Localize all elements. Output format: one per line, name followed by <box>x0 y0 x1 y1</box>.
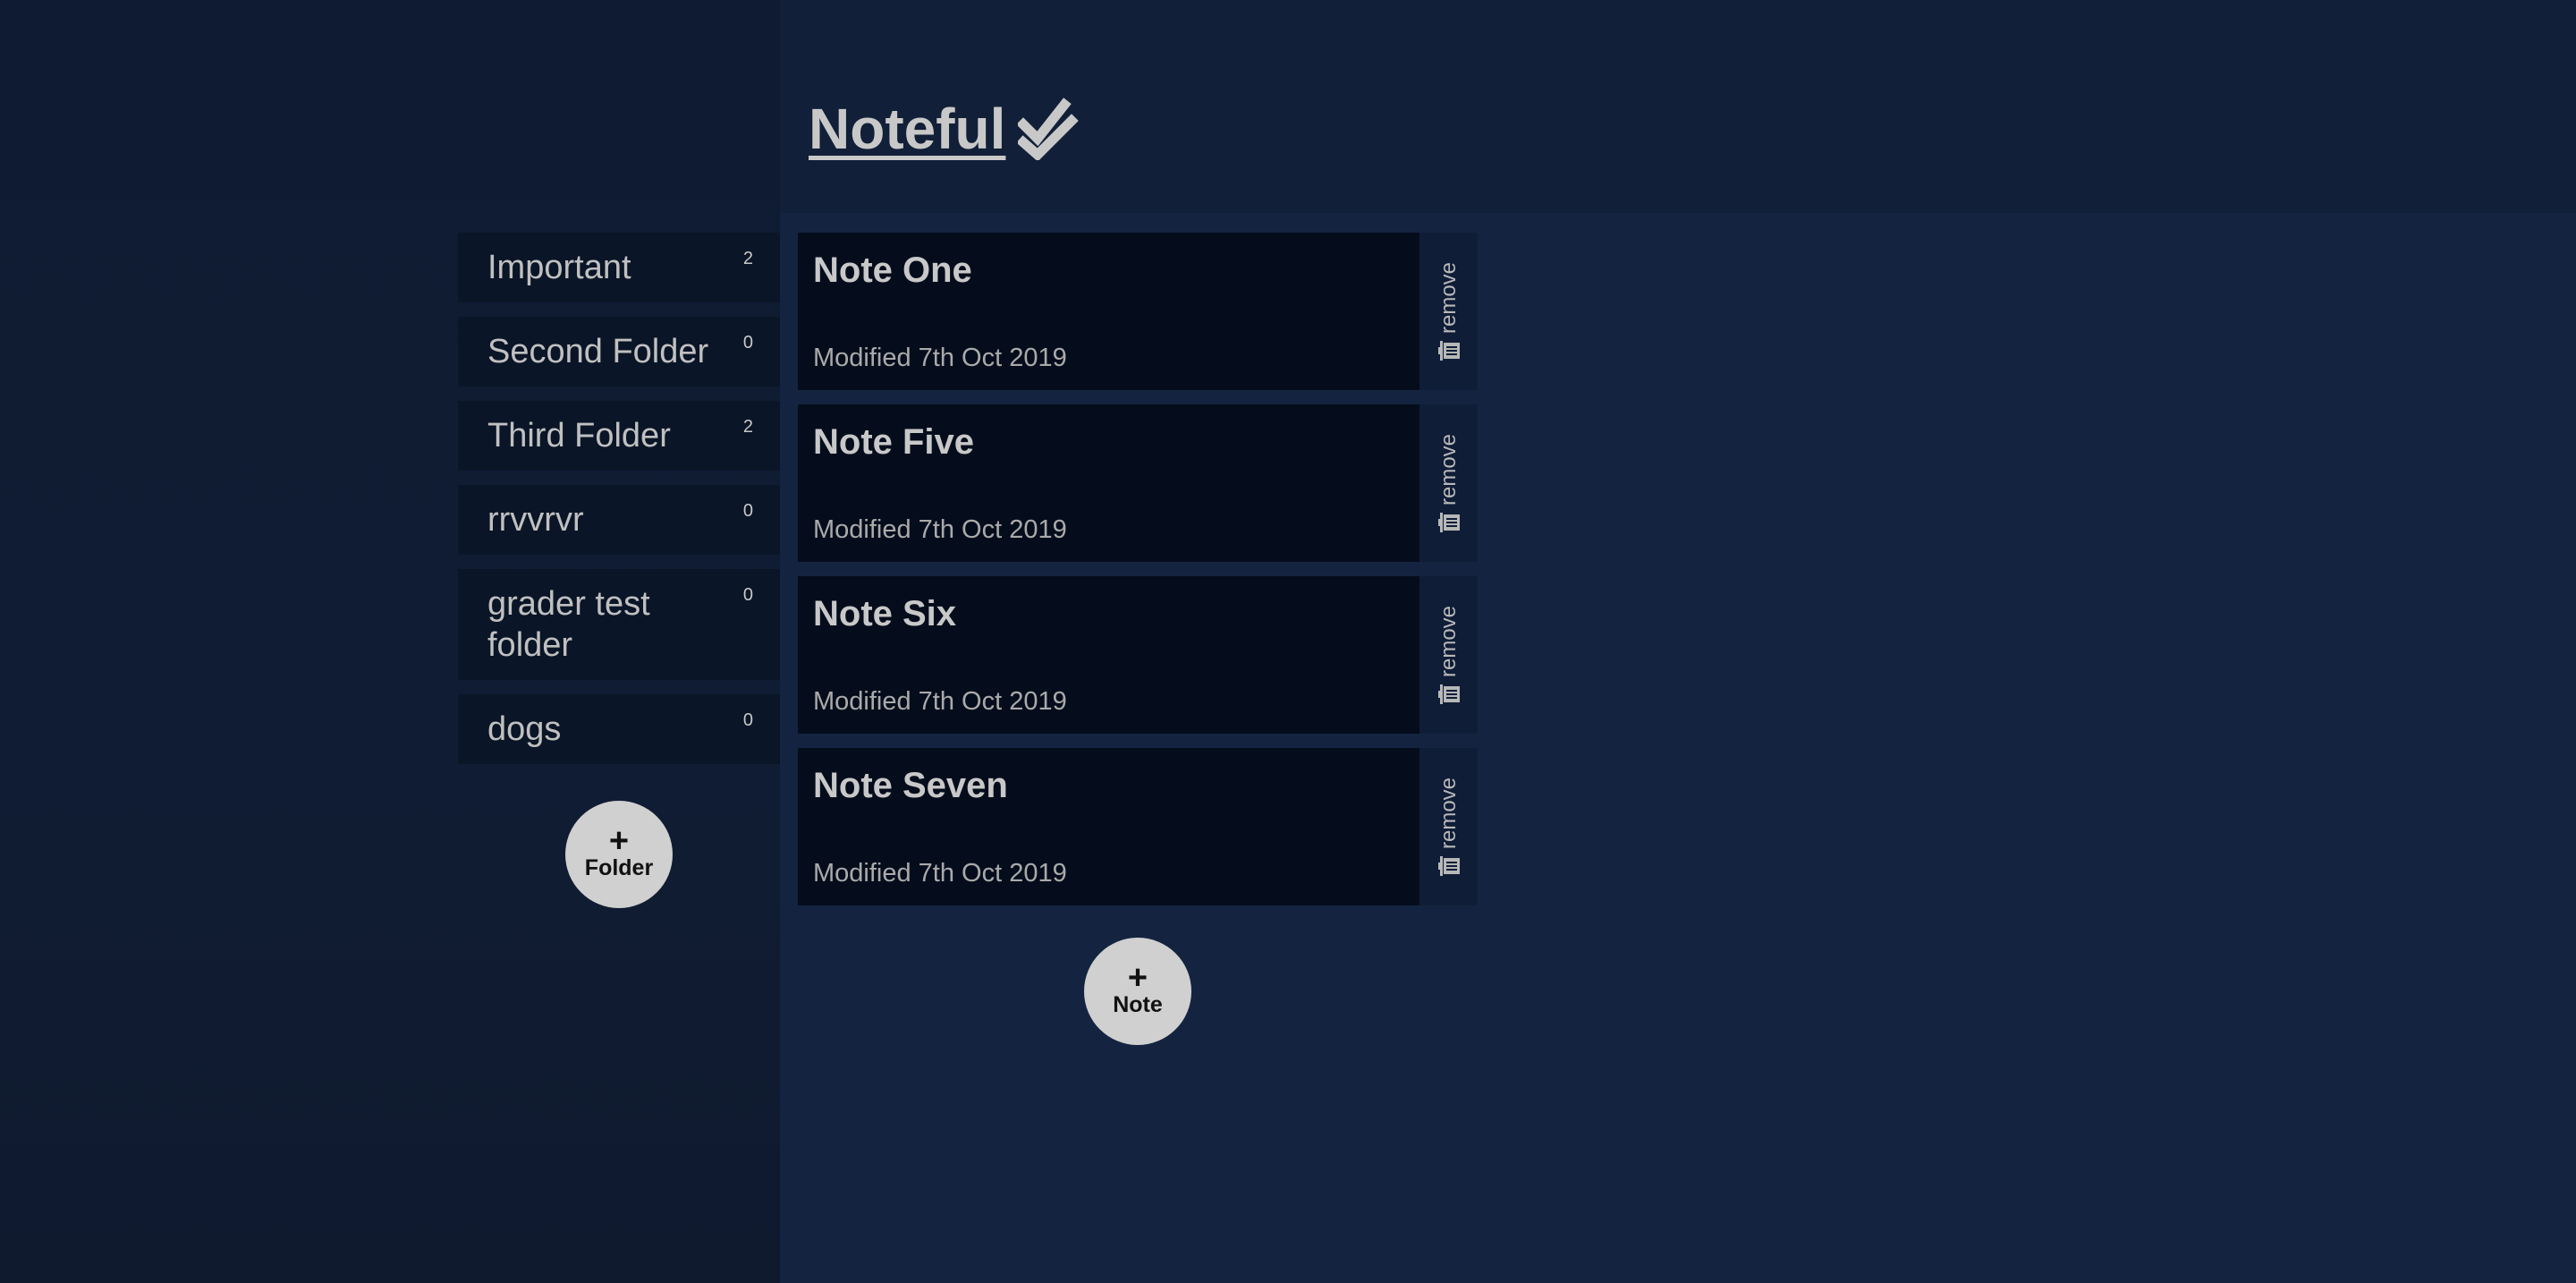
folder-item-rrvvrvr[interactable]: rrvvrvr 0 <box>458 485 780 555</box>
folder-name: dogs <box>487 710 562 748</box>
note-link[interactable]: Note Six Modified 7th Oct 2019 <box>798 576 1419 734</box>
note-title: Note One <box>813 251 972 290</box>
add-note-button[interactable]: + Note <box>1084 938 1191 1045</box>
note-link[interactable]: Note One Modified 7th Oct 2019 <box>798 233 1419 390</box>
app-title: Noteful <box>809 97 1006 161</box>
app-title-link[interactable]: Noteful <box>809 93 1080 165</box>
folder-note-count: 0 <box>742 501 753 521</box>
folder-name: rrvvrvr <box>487 501 584 539</box>
trash-icon <box>1437 684 1460 705</box>
note-modified-date: Modified 7th Oct 2019 <box>813 859 1067 888</box>
trash-icon <box>1437 856 1460 877</box>
note-modified-date: Modified 7th Oct 2019 <box>813 515 1067 544</box>
remove-label: remove <box>1436 261 1461 335</box>
note-card: Note Seven Modified 7th Oct 2019 remove <box>798 748 1478 905</box>
folder-item-important[interactable]: Important 2 <box>458 233 780 302</box>
folder-name: Third Folder <box>487 417 671 455</box>
add-folder-label: Folder <box>584 855 654 880</box>
remove-note-button[interactable]: remove <box>1419 576 1478 734</box>
folder-note-count: 0 <box>742 333 753 353</box>
note-title: Note Five <box>813 422 975 462</box>
add-folder-button[interactable]: + Folder <box>565 801 673 908</box>
plus-icon: + <box>608 822 630 860</box>
remove-note-button[interactable]: remove <box>1419 404 1478 562</box>
folder-note-count: 2 <box>742 249 753 268</box>
note-list: Note One Modified 7th Oct 2019 remove No… <box>798 233 1478 920</box>
note-link[interactable]: Note Five Modified 7th Oct 2019 <box>798 404 1419 562</box>
folder-name: Important <box>487 249 631 286</box>
note-card: Note Six Modified 7th Oct 2019 remove <box>798 576 1478 734</box>
remove-note-button[interactable]: remove <box>1419 233 1478 390</box>
folder-name: grader test folder <box>487 585 650 664</box>
folder-note-count: 0 <box>742 710 753 730</box>
note-card: Note Five Modified 7th Oct 2019 remove <box>798 404 1478 562</box>
note-link[interactable]: Note Seven Modified 7th Oct 2019 <box>798 748 1419 905</box>
remove-note-button[interactable]: remove <box>1419 748 1478 905</box>
note-modified-date: Modified 7th Oct 2019 <box>813 687 1067 716</box>
trash-icon <box>1437 341 1460 361</box>
plus-icon: + <box>1127 959 1148 997</box>
folder-name: Second Folder <box>487 333 709 370</box>
note-title: Note Seven <box>813 766 1008 805</box>
folder-note-count: 0 <box>742 585 753 605</box>
note-card: Note One Modified 7th Oct 2019 remove <box>798 233 1478 390</box>
note-title: Note Six <box>813 594 957 633</box>
folder-list: Important 2 Second Folder 0 Third Folder… <box>458 233 780 778</box>
folder-note-count: 2 <box>742 417 753 437</box>
folder-item-second-folder[interactable]: Second Folder 0 <box>458 317 780 387</box>
folder-item-dogs[interactable]: dogs 0 <box>458 694 780 764</box>
folder-item-grader-test-folder[interactable]: grader test folder 0 <box>458 569 780 680</box>
note-modified-date: Modified 7th Oct 2019 <box>813 344 1067 372</box>
double-check-icon <box>1018 98 1080 160</box>
trash-icon <box>1437 513 1460 533</box>
remove-label: remove <box>1436 605 1461 678</box>
add-note-label: Note <box>1113 992 1163 1017</box>
remove-label: remove <box>1436 433 1461 506</box>
remove-label: remove <box>1436 777 1461 850</box>
folder-item-third-folder[interactable]: Third Folder 2 <box>458 401 780 471</box>
